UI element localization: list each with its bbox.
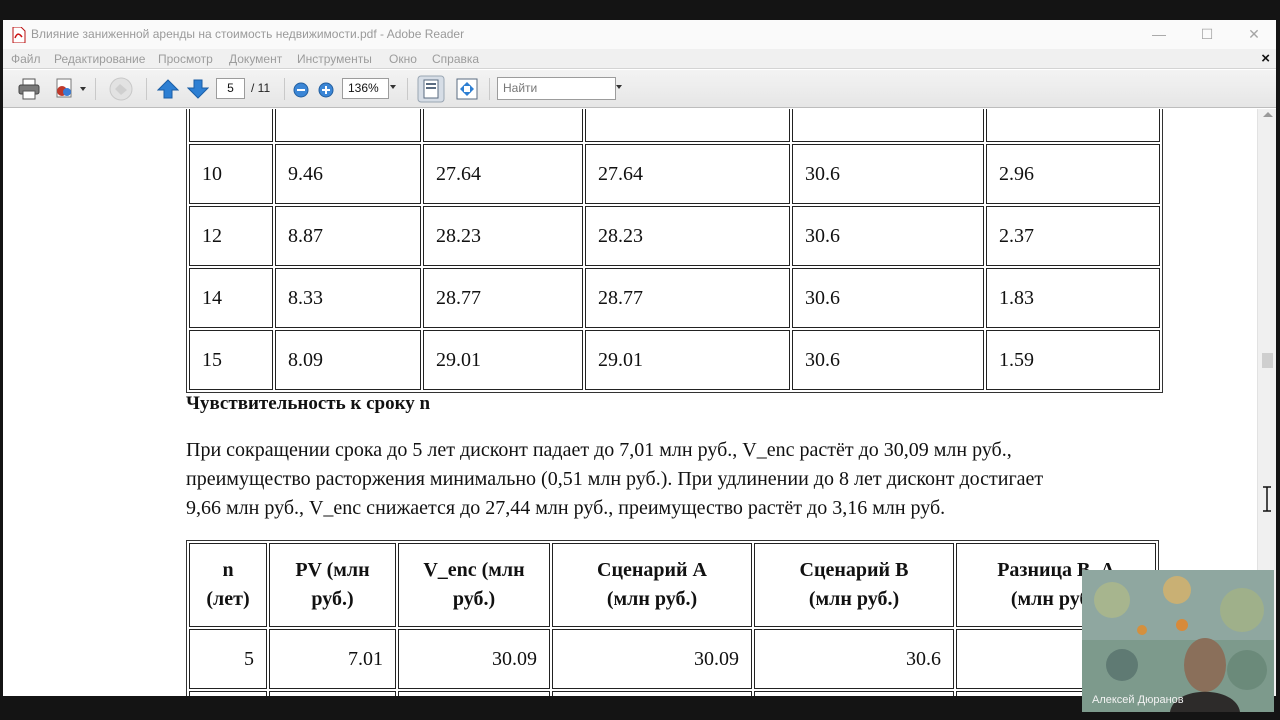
find-dropdown-icon[interactable]: [616, 85, 622, 89]
table-row: 14 8.33 28.77 28.77 30.6 1.83: [189, 268, 1160, 328]
table-cell: 1.59: [986, 330, 1160, 390]
column-header-venc: V_enc (млн руб.): [398, 543, 550, 627]
table-cell: 30.6: [792, 144, 984, 204]
close-document-button[interactable]: ×: [1261, 50, 1270, 67]
previous-page-icon[interactable]: [157, 79, 179, 99]
paragraph-line: При сокращении срока до 5 лет дисконт па…: [186, 439, 1012, 461]
table-cell: 2.37: [986, 206, 1160, 266]
toolbar-separator: [407, 78, 408, 100]
menu-help[interactable]: Справка: [432, 52, 479, 66]
toolbar-separator: [284, 78, 285, 100]
column-header-scenario-b: Сценарий B (млн руб.): [754, 543, 954, 627]
table-row-partial: [189, 691, 1156, 696]
fit-page-icon[interactable]: [417, 75, 445, 103]
page-total: / 11: [251, 81, 271, 95]
table-header-row: n (лет) PV (млн руб.) V_enc (млн руб.) Сцен…: [189, 543, 1156, 627]
minimize-button[interactable]: —: [1147, 24, 1171, 44]
table-cell: 27.64: [585, 144, 790, 204]
section-heading: Чувствительность к сроку n: [186, 393, 431, 414]
toolbar-separator: [95, 78, 96, 100]
table-cell: 28.23: [585, 206, 790, 266]
scrollbar-thumb[interactable]: [1262, 353, 1273, 368]
table-cell: 14: [189, 268, 273, 328]
column-header-pv: PV (млн руб.): [269, 543, 396, 627]
next-page-icon[interactable]: [187, 79, 209, 99]
table-cell: 30.6: [792, 206, 984, 266]
title-bar: Влияние заниженной аренды на стоимость н…: [3, 20, 1276, 49]
maximize-button[interactable]: ☐: [1195, 24, 1219, 44]
table-cell: 29.01: [423, 330, 583, 390]
toolbar: 5 / 11 136% Найти: [3, 70, 1276, 108]
table-row: 12 8.87 28.23 28.23 30.6 2.37: [189, 206, 1160, 266]
toolbar-separator: [489, 78, 490, 100]
table-cell: 12: [189, 206, 273, 266]
find-input[interactable]: Найти: [497, 77, 616, 100]
table-row-partial: [189, 109, 1160, 142]
menu-window[interactable]: Окно: [389, 52, 417, 66]
table-cell: 15: [189, 330, 273, 390]
window-title: Влияние заниженной аренды на стоимость н…: [31, 27, 465, 41]
collaborate-icon: [109, 77, 133, 101]
table-cell: 1.83: [986, 268, 1160, 328]
table-row: 10 9.46 27.64 27.64 30.6 2.96: [189, 144, 1160, 204]
menu-edit[interactable]: Редактирование: [54, 52, 145, 66]
document-view: 10 9.46 27.64 27.64 30.6 2.96 12 8.87 28…: [3, 109, 1257, 696]
webcam-frame: [1082, 570, 1274, 712]
table-cell: 29.01: [585, 330, 790, 390]
zoom-dropdown-icon[interactable]: [390, 85, 396, 89]
scroll-up-icon[interactable]: [1263, 112, 1273, 117]
menu-file[interactable]: Файл: [11, 52, 41, 66]
close-button[interactable]: ✕: [1242, 24, 1266, 44]
print-icon[interactable]: [17, 78, 41, 100]
page-number-input[interactable]: 5: [216, 78, 245, 99]
table-row: 15 8.09 29.01 29.01 30.6 1.59: [189, 330, 1160, 390]
data-table-top: 10 9.46 27.64 27.64 30.6 2.96 12 8.87 28…: [186, 109, 1163, 393]
menu-tools[interactable]: Инструменты: [297, 52, 372, 66]
table-cell: 27.64: [423, 144, 583, 204]
paragraph-line: 9,66 млн руб., V_enc снижается до 27,44 …: [186, 497, 946, 519]
table-cell: 28.23: [423, 206, 583, 266]
zoom-out-icon[interactable]: [293, 82, 309, 98]
zoom-level-input[interactable]: 136%: [342, 78, 389, 99]
table-cell: 9.46: [275, 144, 421, 204]
pdf-file-icon: [12, 27, 26, 43]
menu-document[interactable]: Документ: [229, 52, 282, 66]
sensitivity-table: n (лет) PV (млн руб.) V_enc (млн руб.) Сцен…: [186, 540, 1159, 696]
paragraph-line: преимущество расторжения минимально (0,5…: [186, 468, 1044, 490]
table-cell: 30.09: [398, 629, 550, 689]
table-cell: 28.77: [423, 268, 583, 328]
table-cell: 8.09: [275, 330, 421, 390]
table-cell: 28.77: [585, 268, 790, 328]
table-cell: 30.6: [792, 330, 984, 390]
webcam-video: [1082, 570, 1274, 712]
table-cell: 30.6: [754, 629, 954, 689]
menu-bar: Файл Редактирование Просмотр Документ Ин…: [3, 49, 1276, 69]
table-cell: 30.6: [792, 268, 984, 328]
table-cell: 7.01: [269, 629, 396, 689]
table-cell: 5: [189, 629, 267, 689]
menu-view[interactable]: Просмотр: [158, 52, 213, 66]
zoom-in-icon[interactable]: [318, 82, 334, 98]
table-cell: 30.09: [552, 629, 752, 689]
toolbar-separator: [146, 78, 147, 100]
table-cell: 8.87: [275, 206, 421, 266]
table-row: 5 7.01 30.09 30.09 30.6: [189, 629, 1156, 689]
column-header-scenario-a: Сценарий A (млн руб.): [552, 543, 752, 627]
table-cell: 2.96: [986, 144, 1160, 204]
fit-width-icon[interactable]: [455, 77, 479, 101]
text-cursor-icon: [1263, 486, 1271, 512]
participant-name: Алексей Дюранов: [1092, 694, 1184, 706]
create-pdf-icon[interactable]: [53, 78, 87, 100]
column-header-n: n (лет): [189, 543, 267, 627]
table-cell: 8.33: [275, 268, 421, 328]
table-cell: 10: [189, 144, 273, 204]
